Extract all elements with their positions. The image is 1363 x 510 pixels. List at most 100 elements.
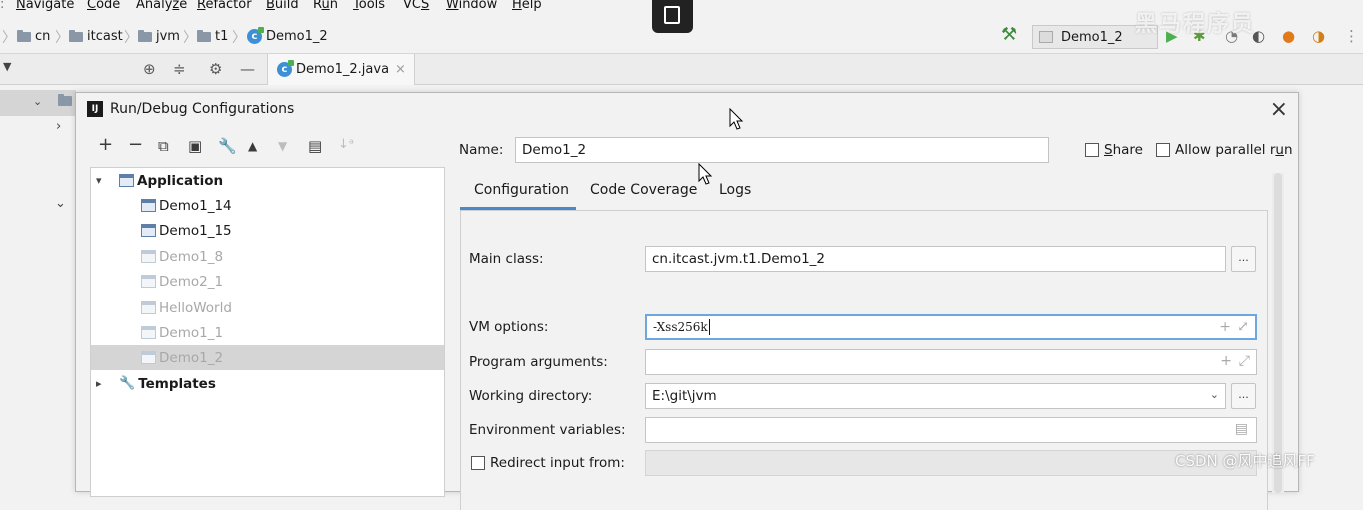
chevron-right-icon[interactable]: ▸ — [96, 377, 102, 390]
allow-parallel-run-checkbox[interactable]: Allow parallel run — [1156, 142, 1293, 158]
watermark-logo: 黑马程序员 — [1135, 12, 1256, 37]
expand-icon[interactable]: ⤢ — [1237, 319, 1249, 335]
tree-item[interactable]: Demo1_14 — [91, 193, 444, 218]
breadcrumb-demo1-2[interactable]: c Demo1_2 — [247, 27, 328, 44]
menu-analyze[interactable]: Analyze — [136, 0, 187, 12]
mouse-pointer-icon — [729, 108, 744, 130]
wrench-icon[interactable]: 🔧 — [218, 137, 237, 155]
tree-item[interactable]: Demo1_15 — [91, 218, 444, 243]
tree-group-application[interactable]: ▾ Application — [91, 168, 444, 193]
tab-code-coverage[interactable]: Code Coverage — [590, 182, 697, 198]
vm-options-input[interactable]: -Xss256k + ⤢ — [645, 314, 1257, 340]
settings-gear-icon[interactable]: ⚙ — [209, 60, 222, 78]
hide-panel-icon[interactable]: — — [240, 60, 255, 78]
editor-tab-demo1-2[interactable]: c Demo1_2.java × — [267, 54, 415, 85]
plus-icon[interactable]: + — [1220, 353, 1232, 369]
tree-item[interactable]: HelloWorld — [91, 295, 444, 320]
text-cursor — [708, 319, 710, 335]
close-dialog-button[interactable]: × — [1270, 97, 1288, 122]
menu-build[interactable]: Build — [266, 0, 299, 12]
menu-tools[interactable]: Tools — [353, 0, 385, 12]
tree-group-templates[interactable]: ▸ 🔧 Templates — [91, 371, 444, 396]
vm-options-label: VM options: — [469, 319, 549, 335]
menu-code[interactable]: Code — [87, 0, 120, 12]
folder-icon — [138, 29, 152, 42]
folder-icon — [58, 94, 72, 110]
remove-icon[interactable]: − — [128, 134, 143, 155]
tree-item[interactable]: Demo1_1 — [91, 320, 444, 345]
chevron-down-icon[interactable]: ⌄ — [33, 95, 42, 108]
folder-icon — [69, 29, 83, 42]
tree-item[interactable]: Demo1_8 — [91, 244, 444, 269]
move-down-icon[interactable]: ▼ — [278, 139, 287, 153]
collapse-all-icon[interactable]: ≑ — [173, 60, 186, 78]
screen-capture-icon[interactable] — [652, 0, 693, 33]
tab-logs[interactable]: Logs — [719, 182, 751, 198]
java-class-icon: c — [247, 27, 264, 44]
expand-icon[interactable]: ⤢ — [1239, 353, 1250, 369]
chevron-down-icon[interactable]: ⌄ — [1210, 388, 1219, 401]
menu-vcs[interactable]: VCS — [403, 0, 429, 12]
chevron-right-icon: 〉 — [183, 30, 197, 46]
redirect-input-checkbox[interactable]: Redirect input from: — [471, 455, 625, 471]
chevron-right-icon: 〉 — [55, 30, 69, 46]
environment-variables-label: Environment variables: — [469, 422, 626, 438]
attach-icon[interactable]: ● — [1282, 27, 1295, 45]
stop-icon[interactable]: ◑ — [1312, 27, 1325, 45]
browse-working-directory-button[interactable]: ... — [1231, 383, 1256, 409]
application-icon — [141, 351, 156, 364]
menu-window[interactable]: Window — [446, 0, 497, 12]
program-arguments-input[interactable]: + ⤢ — [645, 349, 1257, 375]
close-tab-icon[interactable]: × — [395, 62, 406, 77]
breadcrumb-t1[interactable]: t1 — [197, 29, 228, 44]
folder-icon — [17, 29, 31, 42]
save-icon[interactable]: ▣ — [188, 137, 202, 155]
application-icon — [141, 326, 156, 339]
chevron-down-icon[interactable]: ▾ — [96, 174, 102, 187]
move-up-icon[interactable]: ▲ — [248, 139, 257, 153]
menu-overflow: : — [0, 0, 5, 12]
dropdown-arrow-icon[interactable]: ▼ — [3, 60, 11, 73]
chevron-right-icon: 〉 — [2, 30, 16, 46]
environment-variables-input[interactable]: ▤ — [645, 417, 1257, 443]
copy-icon[interactable]: ⧉ — [158, 137, 169, 155]
plus-icon[interactable]: + — [1219, 319, 1231, 335]
working-directory-input[interactable]: E:\git\jvm ⌄ — [645, 383, 1226, 409]
breadcrumb-itcast[interactable]: itcast — [69, 29, 123, 44]
editor-tab-row: ▼ — [0, 54, 1363, 85]
breadcrumb-jvm[interactable]: jvm — [138, 29, 180, 44]
chevron-right-icon: 〉 — [232, 30, 246, 46]
more-icon[interactable]: ⋮ — [1344, 27, 1359, 45]
breadcrumb-cn[interactable]: cn — [17, 29, 50, 44]
wrench-icon: 🔧 — [119, 376, 136, 391]
dialog-title-bar: IJ Run/Debug Configurations × — [76, 93, 1298, 127]
chevron-right-icon: 〉 — [124, 30, 138, 46]
tree-item[interactable]: Demo2_1 — [91, 269, 444, 294]
browse-main-class-button[interactable]: ... — [1231, 246, 1256, 272]
share-checkbox[interactable]: Share — [1085, 142, 1143, 158]
program-arguments-label: Program arguments: — [469, 354, 608, 370]
name-label: Name: — [459, 142, 504, 158]
checkbox-icon — [1085, 143, 1099, 157]
redirect-input-field — [645, 450, 1257, 476]
menu-refactor[interactable]: Refactor — [197, 0, 252, 12]
chevron-right-icon[interactable]: › — [56, 119, 61, 134]
main-class-input[interactable]: cn.itcast.jvm.t1.Demo1_2 — [645, 246, 1226, 272]
chevron-down-icon[interactable]: ⌄ — [55, 196, 66, 211]
application-icon — [141, 250, 156, 263]
name-input[interactable]: Demo1_2 — [515, 137, 1049, 163]
menu-navigate[interactable]: Navigate — [16, 0, 74, 12]
new-folder-icon[interactable]: ▤ — [308, 137, 322, 155]
document-icon[interactable]: ▤ — [1235, 421, 1248, 437]
tab-configuration[interactable]: Configuration — [474, 182, 569, 198]
scrollbar-thumb[interactable] — [1274, 173, 1282, 493]
build-hammer-icon[interactable]: ⚒ — [1001, 24, 1017, 45]
add-icon[interactable]: + — [98, 134, 113, 155]
menu-run[interactable]: Run — [313, 0, 338, 12]
locate-icon[interactable]: ⊕ — [143, 60, 156, 78]
menu-help[interactable]: Help — [512, 0, 542, 12]
main-class-label: Main class: — [469, 251, 544, 267]
project-panel: ⌄ › ⌄ — [0, 86, 76, 479]
sort-icon[interactable]: ↓ᵃ — [338, 137, 354, 152]
tree-item-selected[interactable]: Demo1_2 — [91, 345, 444, 370]
